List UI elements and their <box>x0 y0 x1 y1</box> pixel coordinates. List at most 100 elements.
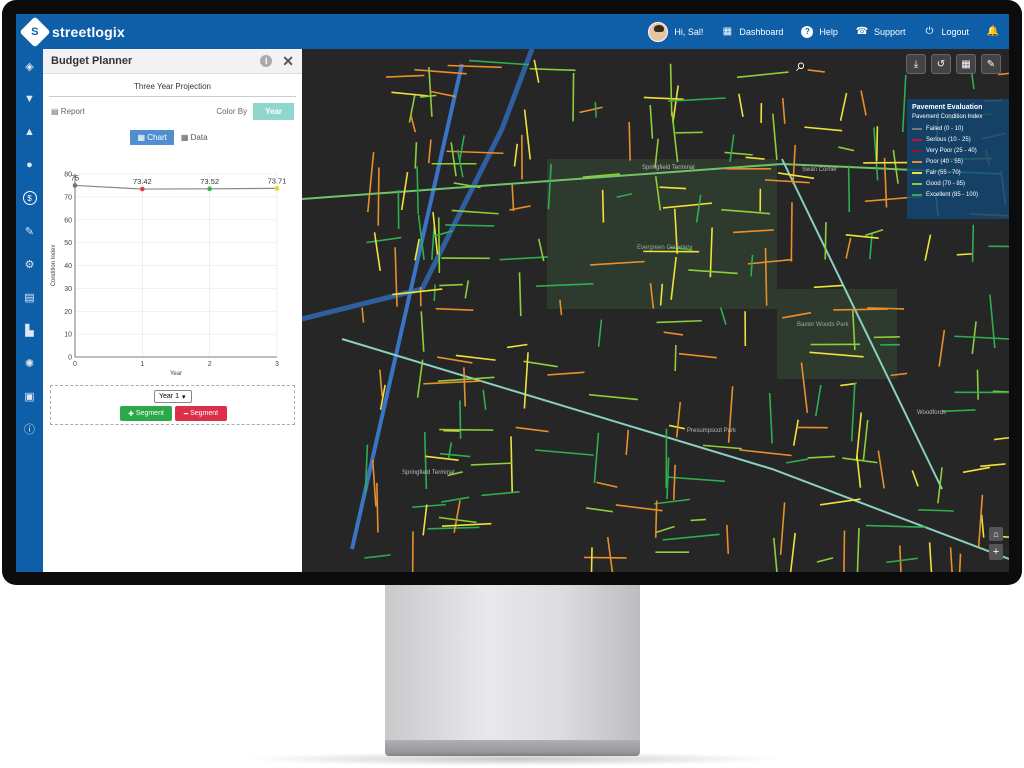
city-icon[interactable]: ▙ <box>23 323 37 337</box>
legend-title: Pavement Evaluation <box>912 104 983 111</box>
map-label: Evergreen Cemetery <box>637 245 692 251</box>
legend-item: Excellent (85 - 100) <box>912 189 1004 200</box>
history-icon[interactable]: ↺ <box>931 54 951 74</box>
street-segment <box>447 442 453 459</box>
street-segment <box>361 307 365 323</box>
street-segment <box>437 217 441 273</box>
street-segment <box>437 356 473 364</box>
legend-label: Poor (40 - 55) <box>926 158 964 165</box>
street-segment <box>980 463 1006 468</box>
street-segment <box>875 126 879 161</box>
report-label: Report <box>60 107 85 116</box>
info-icon[interactable]: ⓘ <box>23 422 37 436</box>
street-segment <box>792 144 797 184</box>
street-segment <box>738 93 744 118</box>
legend-label: Fair (55 - 70) <box>926 169 961 176</box>
street-segment <box>534 449 594 456</box>
logout-link[interactable]: ⏻ Logout <box>923 26 970 38</box>
street-segment <box>425 455 459 461</box>
street-segment <box>416 166 419 214</box>
street-segment <box>954 335 1009 340</box>
edit-icon[interactable]: ✎ <box>23 224 37 238</box>
street-segment <box>843 530 846 572</box>
street-segment <box>807 455 836 459</box>
street-segment <box>924 234 932 261</box>
support-link[interactable]: ☎ Support <box>856 26 906 38</box>
tab-chart[interactable]: ▦ Chart <box>130 130 174 145</box>
tab-chart-label: Chart <box>147 133 167 142</box>
street-segment <box>499 256 548 261</box>
street-segment <box>422 504 428 536</box>
map-label: Springfield Terminal <box>402 470 455 476</box>
pencil-icon[interactable]: ✎ <box>981 54 1001 74</box>
report-link[interactable]: ▤ Report <box>51 107 85 116</box>
tab-data[interactable]: ▦ Data <box>174 130 215 145</box>
street-segment <box>511 184 515 212</box>
search-icon[interactable]: ⌕ <box>796 55 806 76</box>
street-segment <box>481 491 520 497</box>
color-by-year-button[interactable]: Year <box>253 103 294 120</box>
street-segment <box>814 384 822 417</box>
street-segment <box>901 74 907 133</box>
street-segment <box>886 557 918 564</box>
highway <box>350 63 464 550</box>
network-icon[interactable]: ✺ <box>23 356 37 370</box>
user-menu[interactable]: Hi, Sal! <box>648 21 703 42</box>
street-segment <box>862 419 869 462</box>
legend-swatch <box>912 160 922 163</box>
table-icon: ▦ <box>180 133 189 142</box>
street-segment <box>690 518 707 522</box>
street-segment <box>674 344 677 372</box>
notifications-button[interactable]: 🔔 <box>987 26 999 38</box>
download-icon[interactable]: ⤓ <box>906 54 926 74</box>
user-icon[interactable]: ● <box>23 158 37 172</box>
street-segment <box>513 143 519 167</box>
street-segment <box>470 462 513 466</box>
street-segment <box>937 467 943 504</box>
analytics-icon[interactable]: ▤ <box>23 290 37 304</box>
x-tick-label: 3 <box>275 361 279 368</box>
street-segment <box>819 498 861 506</box>
grid-icon[interactable]: ▦ <box>956 54 976 74</box>
legend-item: Poor (40 - 55) <box>912 156 1004 167</box>
street-segment <box>391 91 429 97</box>
y-tick-label: 50 <box>64 240 72 247</box>
street-segment <box>458 135 465 161</box>
home-icon[interactable]: ⌂ <box>989 527 1003 541</box>
street-segment <box>790 202 793 262</box>
street-map[interactable]: Springfield Terminal Evergreen Cemetery … <box>302 49 1009 572</box>
street-segment <box>867 307 905 310</box>
logo[interactable]: S streetlogix <box>19 15 125 48</box>
zoom-in-button[interactable]: + <box>989 544 1003 560</box>
street-segment <box>416 359 424 398</box>
settings-icon[interactable]: ⚙ <box>23 257 37 271</box>
print-icon[interactable]: ▣ <box>23 389 37 403</box>
help-link[interactable]: ? Help <box>801 25 838 38</box>
year-select[interactable]: Year 1 ▾ <box>154 390 192 403</box>
street-segment <box>666 457 670 500</box>
street-segment <box>588 393 638 401</box>
x-tick-label: 2 <box>208 361 212 368</box>
street-segment <box>672 464 676 501</box>
add-segment-button[interactable]: ✚ Segment <box>120 406 172 421</box>
view-tabs: ▦ Chart ▦ Data <box>43 130 302 145</box>
street-segment <box>892 149 899 184</box>
dashboard-link[interactable]: ▦ Dashboard <box>721 26 784 38</box>
chart-icon[interactable]: ▲ <box>23 125 37 139</box>
info-icon[interactable]: i <box>260 55 273 67</box>
street-segment <box>585 507 613 513</box>
filter-icon[interactable]: ▼ <box>23 92 37 106</box>
layers-icon[interactable]: ◈ <box>23 59 37 73</box>
help-label: Help <box>819 26 838 37</box>
budget-icon[interactable]: $ <box>22 191 37 205</box>
remove-segment-button[interactable]: ━ Segment <box>175 406 227 421</box>
close-icon[interactable]: ✕ <box>282 53 294 70</box>
street-segment <box>590 547 593 572</box>
street-segment <box>379 369 383 397</box>
x-tick-label: 1 <box>140 361 144 368</box>
street-segment <box>510 436 513 493</box>
map-view[interactable]: Springfield Terminal Evergreen Cemetery … <box>302 49 1009 572</box>
legend-item: Fair (55 - 70) <box>912 167 1004 178</box>
street-segment <box>423 380 483 385</box>
data-point <box>274 186 280 191</box>
